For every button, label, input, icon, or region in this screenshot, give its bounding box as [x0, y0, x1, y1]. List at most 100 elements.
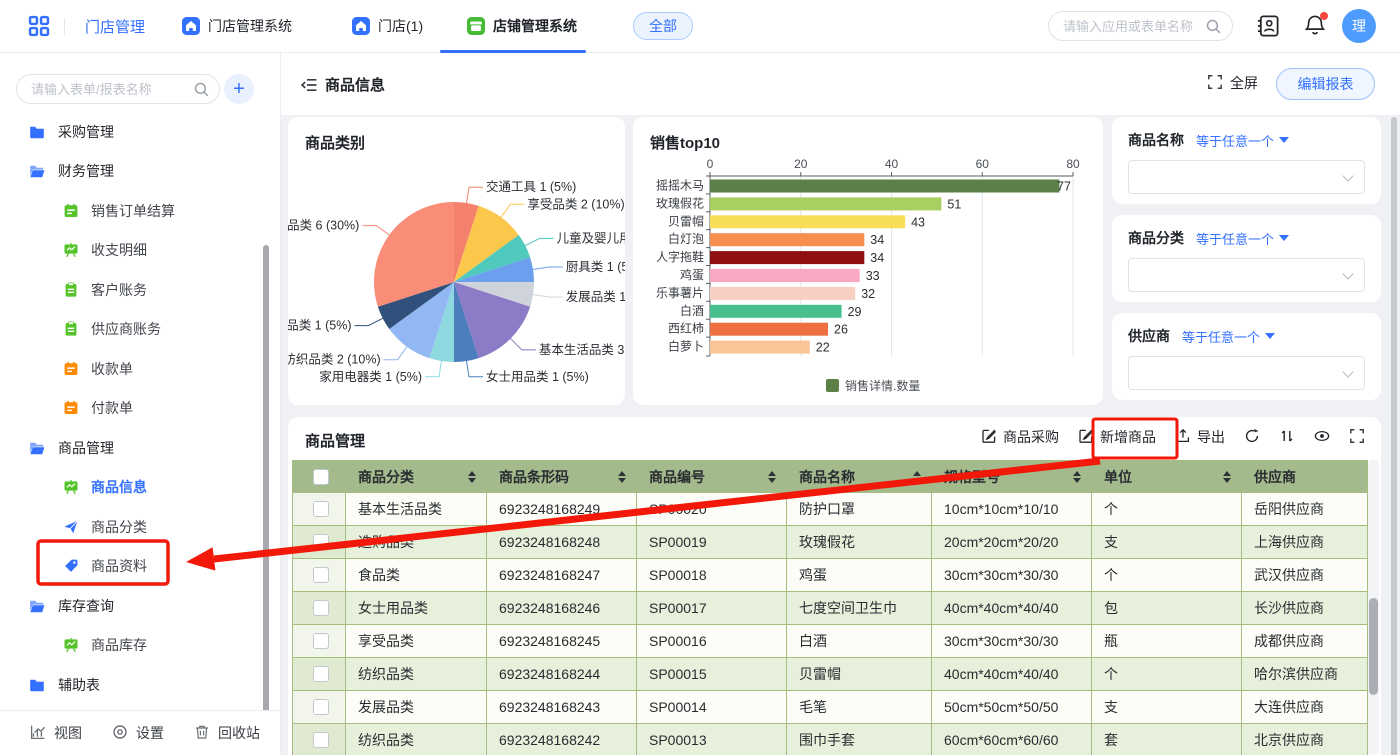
column-header-供应商[interactable]: 供应商 [1242, 461, 1368, 493]
avatar[interactable]: 理 [1342, 9, 1376, 43]
table-scrollbar[interactable] [1368, 460, 1379, 755]
sidebar-item-财务管理[interactable]: 财务管理 [0, 152, 262, 192]
bar-白灯泡[interactable] [710, 233, 864, 246]
toolbar-导出[interactable]: 导出 [1175, 427, 1225, 447]
bar-西红柿[interactable] [710, 323, 828, 336]
row-checkbox[interactable] [313, 501, 329, 517]
toolbar-sort-icon[interactable] [1279, 428, 1295, 447]
bar-玫瑰假花[interactable] [710, 197, 941, 210]
notification-bell-icon[interactable] [1304, 14, 1326, 36]
fullscreen-button[interactable]: 全屏 [1207, 73, 1258, 93]
sidebar-item-付款单[interactable]: 付款单 [0, 389, 262, 429]
column-header-规格型号[interactable]: 规格型号 [932, 461, 1092, 493]
bar-category-label: 贝雷帽 [668, 213, 704, 228]
sidebar-item-收款单[interactable]: 收款单 [0, 349, 262, 389]
table-header-row: 商品分类商品条形码商品编号商品名称规格型号单位供应商 [293, 461, 1368, 493]
sidebar-item-采购管理[interactable]: 采购管理 [0, 112, 262, 152]
footer-视图[interactable]: 视图 [30, 723, 82, 743]
collapse-sidebar-icon[interactable] [300, 76, 318, 99]
form-search [16, 74, 220, 104]
form-search-input[interactable] [31, 82, 191, 97]
row-checkbox[interactable] [313, 534, 329, 550]
sidebar-item-label: 财务管理 [58, 161, 114, 181]
pie-label: 女士用品类 1 (5%) [486, 369, 589, 384]
pie-label: 厨具类 1 (5%) [566, 260, 625, 274]
sidebar-item-库存查询[interactable]: 库存查询 [0, 586, 262, 626]
filter-operator-dropdown[interactable]: 等于任意一个 [1196, 229, 1289, 248]
sort-icon[interactable] [618, 471, 626, 483]
filter-value-select[interactable] [1128, 258, 1365, 292]
sort-icon[interactable] [913, 471, 921, 483]
pie-chart-title: 商品类别 [288, 117, 625, 153]
sort-icon[interactable] [1223, 471, 1231, 483]
filter-value-select[interactable] [1128, 356, 1365, 390]
sort-icon[interactable] [468, 471, 476, 483]
sort-icon[interactable] [1073, 471, 1081, 483]
bar-人字拖鞋[interactable] [710, 251, 864, 264]
sidebar-item-客户账务[interactable]: 客户账务 [0, 270, 262, 310]
toolbar-refresh-icon[interactable] [1244, 428, 1260, 447]
toolbar-商品采购[interactable]: 商品采购 [981, 427, 1059, 447]
sidebar-item-商品库存[interactable]: 商品库存 [0, 626, 262, 666]
column-header-商品分类[interactable]: 商品分类 [346, 461, 487, 493]
table-cell: 毛笔 [787, 691, 932, 724]
sidebar-item-收支明细[interactable]: 收支明细 [0, 231, 262, 271]
footer-设置[interactable]: 设置 [112, 723, 164, 743]
nav-tab-1[interactable]: 门店(1) [352, 0, 423, 52]
bar-白萝卜[interactable] [710, 341, 810, 354]
bar-贝雷帽[interactable] [710, 215, 905, 228]
select-all-checkbox[interactable] [313, 469, 329, 485]
column-header-商品名称[interactable]: 商品名称 [787, 461, 932, 493]
toolbar-eye-icon[interactable] [1314, 428, 1330, 447]
column-header-单位[interactable]: 单位 [1092, 461, 1242, 493]
sidebar-item-商品资料[interactable]: 商品资料 [0, 547, 262, 587]
toolbar-fullscreen-icon[interactable] [1349, 428, 1365, 447]
bar-摇摇木马[interactable] [710, 180, 1059, 193]
all-apps-badge[interactable]: 全部 [633, 12, 693, 40]
row-checkbox[interactable] [313, 699, 329, 715]
global-search-input[interactable] [1063, 19, 1202, 34]
table-row: 纺织品类6923248168244SP00015贝雷帽40cm*40cm*40/… [293, 658, 1368, 691]
search-icon[interactable] [1205, 18, 1222, 40]
search-icon[interactable] [193, 81, 210, 103]
row-checkbox-cell [293, 493, 346, 526]
apps-grid-icon[interactable] [28, 15, 50, 37]
sidebar-item-辅助表[interactable]: 辅助表 [0, 665, 262, 705]
row-checkbox[interactable] [313, 666, 329, 682]
sidebar-item-销售订单结算[interactable]: 销售订单结算 [0, 191, 262, 231]
sidebar-item-商品分类[interactable]: 商品分类 [0, 507, 262, 547]
filter-operator-dropdown[interactable]: 等于任意一个 [1196, 131, 1289, 150]
footer-回收站[interactable]: 回收站 [194, 723, 260, 743]
filter-operator-dropdown[interactable]: 等于任意一个 [1182, 327, 1275, 346]
nav-store-management-link[interactable]: 门店管理 [85, 0, 145, 52]
table-cell: 岳阳供应商 [1242, 493, 1368, 526]
main-scrollbar[interactable] [1391, 117, 1397, 755]
table-cell: 发展品类 [346, 691, 487, 724]
sidebar-item-商品信息[interactable]: 商品信息 [0, 468, 262, 508]
row-checkbox[interactable] [313, 600, 329, 616]
column-header-商品编号[interactable]: 商品编号 [637, 461, 787, 493]
column-label: 供应商 [1254, 467, 1296, 487]
column-header-商品条形码[interactable]: 商品条形码 [487, 461, 637, 493]
bar-白酒[interactable] [710, 305, 842, 318]
table-cell: 个 [1092, 559, 1242, 592]
nav-tab-2[interactable]: 店铺管理系统 [467, 0, 577, 52]
edit-report-button[interactable]: 编辑报表 [1276, 68, 1375, 100]
nav-tab-0[interactable]: 门店管理系统 [182, 0, 292, 52]
legend-label[interactable]: 销售详情.数量 [845, 378, 920, 393]
sidebar-item-供应商账务[interactable]: 供应商账务 [0, 310, 262, 350]
sidebar-item-商品管理[interactable]: 商品管理 [0, 428, 262, 468]
bar-乐事薯片[interactable] [710, 287, 855, 300]
row-checkbox[interactable] [313, 567, 329, 583]
sidebar-scrollbar[interactable] [263, 245, 269, 718]
bar-category-label: 玫瑰假花 [656, 195, 704, 210]
toolbar-新增商品[interactable]: 新增商品 [1078, 427, 1156, 447]
add-form-button[interactable]: + [224, 74, 254, 104]
row-checkbox[interactable] [313, 633, 329, 649]
filter-value-select[interactable] [1128, 160, 1365, 194]
bar-鸡蛋[interactable] [710, 269, 860, 282]
sort-icon[interactable] [768, 471, 776, 483]
row-checkbox[interactable] [313, 732, 329, 748]
bar-category-label: 白酒 [680, 303, 704, 318]
contacts-icon[interactable] [1256, 14, 1280, 38]
